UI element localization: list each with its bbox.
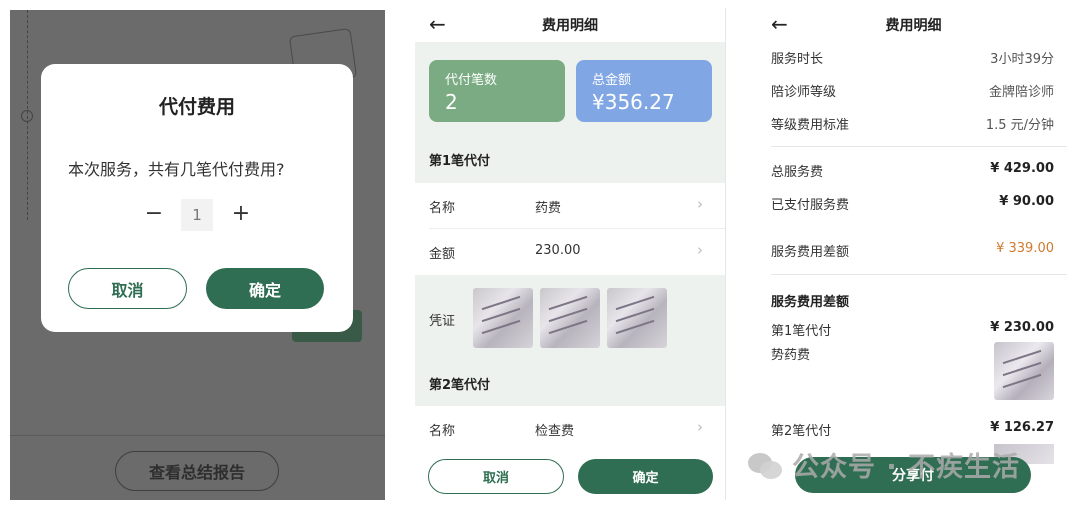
dialog-question: 本次服务，共有几笔代付费用? [68,160,285,179]
payment-count-card: 代付笔数 2 [429,60,565,122]
voucher-thumbnail[interactable] [540,288,600,348]
payment-name: 势药费 [771,348,811,363]
payment-count-dialog: 代付费用 本次服务，共有几笔代付费用? − 1 + 取消 确定 [41,64,353,332]
total-value: ¥356.27 [592,90,675,114]
fee-value: ¥ 429.00 [990,161,1054,176]
view-report-button[interactable]: 查看总结报告 [115,451,279,491]
cost-detail-summary-screen: ← 费用明细 服务时长 3小时39分 陪诊师等级 金牌陪诊师 等级费用标准 1.… [727,8,1070,500]
fee-label: 总服务费 [771,165,824,180]
info-value: 3小时39分 [990,52,1054,67]
name-label: 名称 [429,424,456,439]
payment-label: 第1笔代付 [771,324,832,339]
fee-value: ¥ 90.00 [999,194,1054,209]
cost-dialog-screen: 查看总结报告 代付费用 本次服务，共有几笔代付费用? − 1 + 取消 确定 [10,10,385,500]
payment-1-amount-row[interactable]: 金额 230.00 › [415,229,725,275]
amount-label: 金额 [429,247,456,262]
payment-value: ¥ 126.27 [990,420,1054,435]
divider [771,146,1067,147]
fee-diff-value: ¥ 339.00 [996,241,1054,256]
chevron-right-icon: › [697,418,703,436]
chevron-right-icon: › [697,195,703,213]
fee-label: 已支付服务费 [771,198,850,213]
info-value: 1.5 元/分钟 [985,118,1054,133]
voucher-thumbnail[interactable] [994,342,1054,400]
payment-1-name-row[interactable]: 名称 药费 › [415,183,725,229]
count-label: 代付笔数 [445,73,498,88]
cost-detail-edit-screen: ← 费用明细 代付笔数 2 总金额 ¥356.27 第1笔代付 名称 药费 › … [415,8,725,500]
footer-bar: 取消 确定 [415,442,725,500]
info-label: 等级费用标准 [771,118,850,133]
section-title: 服务费用差额 [771,295,850,310]
increment-button[interactable]: + [231,201,251,227]
cancel-button[interactable]: 取消 [68,268,187,309]
nav-bar: ← 费用明细 [727,8,1070,42]
wechat-icon [746,447,786,481]
page-title: 费用明细 [885,18,942,34]
info-label: 服务时长 [771,52,824,67]
cancel-button[interactable]: 取消 [428,459,564,494]
info-value: 金牌陪诊师 [988,85,1054,100]
count-value: 2 [445,90,458,114]
content-area: 代付笔数 2 总金额 ¥356.27 第1笔代付 名称 药费 › 金额 230.… [415,42,725,452]
voucher-label: 凭证 [429,314,456,329]
payment-2-heading: 第2笔代付 [429,378,491,393]
watermark: 公众号 · 不疾生活 [746,444,1020,484]
info-label: 陪诊师等级 [771,85,837,100]
confirm-button[interactable]: 确定 [206,268,324,309]
name-value: 检查费 [535,424,575,439]
divider [10,435,385,436]
payment-value: ¥ 230.00 [990,320,1054,335]
decrement-button[interactable]: − [144,201,164,227]
quantity-value[interactable]: 1 [181,199,213,231]
dialog-title: 代付费用 [158,96,235,118]
nav-bar: ← 费用明细 [415,8,725,42]
confirm-button[interactable]: 确定 [578,459,713,494]
payment-1-heading: 第1笔代付 [429,154,491,169]
divider [725,8,726,500]
timeline-dot [21,110,33,122]
total-amount-card: 总金额 ¥356.27 [576,60,712,122]
chevron-right-icon: › [697,241,703,259]
amount-value: 230.00 [535,243,581,258]
page-title: 费用明细 [542,18,598,34]
payment-label: 第2笔代付 [771,424,832,439]
watermark-text: 公众号 · 不疾生活 [792,451,1021,483]
name-label: 名称 [429,201,456,216]
fee-label: 服务费用差额 [771,245,850,260]
name-value: 药费 [535,201,562,216]
voucher-thumbnail[interactable] [607,288,667,348]
divider [771,274,1067,275]
voucher-thumbnail[interactable] [473,288,533,348]
total-label: 总金额 [592,73,632,88]
